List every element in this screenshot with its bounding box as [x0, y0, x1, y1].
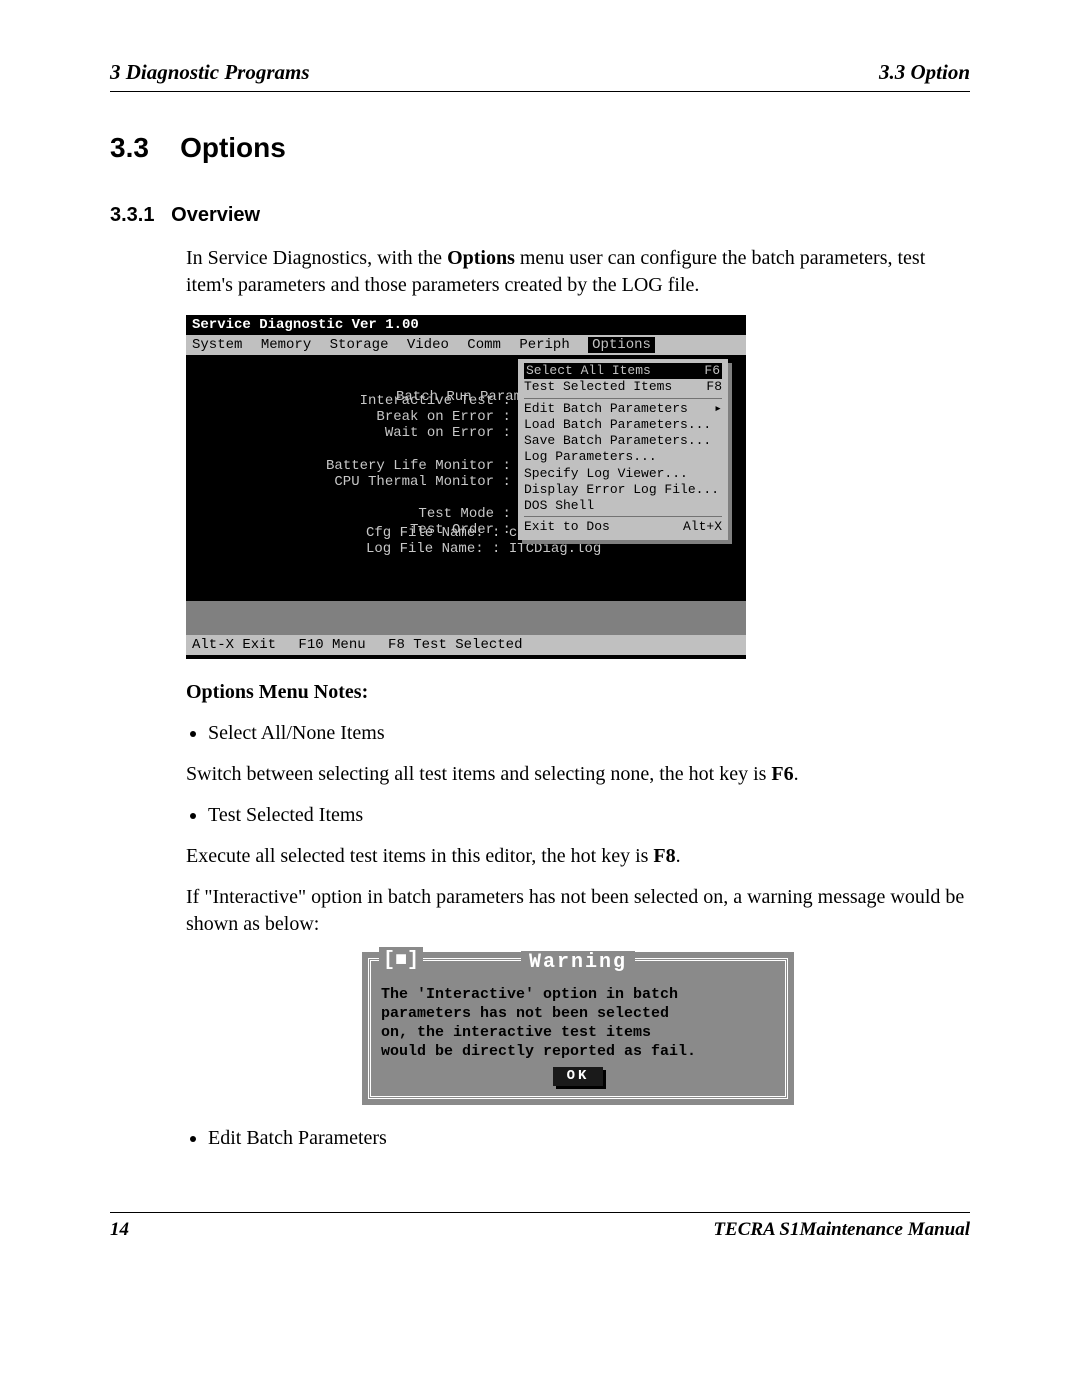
status-exit: Alt-X Exit: [192, 637, 276, 653]
dd-specify-log-viewer[interactable]: Specify Log Viewer...: [524, 466, 722, 482]
log-value: ITCDiag.log: [509, 541, 601, 557]
b2-post: .: [676, 845, 681, 867]
page-header: 3 Diagnostic Programs 3.3 Option: [110, 60, 970, 92]
b2-bold: F8: [653, 845, 675, 867]
b1-bold: F6: [771, 763, 793, 785]
b2-pre: Execute all selected test items in this …: [186, 845, 653, 867]
status-menu: F10 Menu: [298, 637, 365, 653]
param-mode-label: Test Mode: [418, 506, 494, 522]
warning-title: Warning: [521, 951, 635, 974]
dd-test-selected[interactable]: Test Selected Items F8: [524, 379, 722, 395]
notes-heading: Options Menu Notes:: [186, 681, 368, 703]
intro-text-1: In Service Diagnostics, with the: [186, 247, 447, 269]
dd-display-error-log[interactable]: Display Error Log File...: [524, 482, 722, 498]
subsection-heading: 3.3.1 Overview: [110, 204, 970, 227]
cfg-label: Cfg File Name:: [366, 525, 484, 541]
dd-save-batch[interactable]: Save Batch Parameters...: [524, 433, 722, 449]
warning-message: The 'Interactive' option in batch parame…: [381, 986, 775, 1061]
menu-memory[interactable]: Memory: [261, 337, 311, 353]
menu-periph[interactable]: Periph: [519, 337, 569, 353]
dd-select-all-key: F6: [704, 363, 720, 379]
dd-log-params[interactable]: Log Parameters...: [524, 449, 722, 465]
options-dropdown: Select All Items F6 Test Selected Items …: [518, 359, 728, 540]
warning-close-icon[interactable]: [■]: [379, 947, 423, 974]
intro-bold: Options: [447, 247, 515, 269]
dd-edit-batch-label: Edit Batch Parameters: [524, 401, 688, 417]
dd-exit-label: Exit to Dos: [524, 519, 610, 535]
menu-options[interactable]: Options: [588, 337, 655, 353]
dos-filler: [186, 601, 746, 635]
header-left: 3 Diagnostic Programs: [110, 60, 310, 85]
b1-pre: Switch between selecting all test items …: [186, 763, 771, 785]
dos-screenshot: Service Diagnostic Ver 1.00 System Memor…: [186, 315, 746, 659]
section-number: 3.3: [110, 132, 149, 163]
header-right: 3.3 Option: [879, 60, 970, 85]
dos-statusbar: Alt-X Exit F10 Menu F8 Test Selected: [186, 635, 746, 655]
param-battery-label: Battery Life Monitor: [326, 458, 494, 474]
footer-page-number: 14: [110, 1219, 129, 1241]
dd-test-selected-label: Test Selected Items: [524, 379, 672, 395]
dd-select-all[interactable]: Select All Items F6: [524, 363, 722, 379]
dd-test-selected-key: F8: [706, 379, 722, 395]
warning-dialog: [■] Warning The 'Interactive' option in …: [362, 952, 794, 1105]
param-break-label: Break on Error: [376, 409, 494, 425]
param-wait-label: Wait on Error: [385, 425, 494, 441]
dos-titlebar: Service Diagnostic Ver 1.00: [186, 315, 746, 335]
section-title: Options: [180, 132, 286, 163]
bullet2-description: Execute all selected test items in this …: [186, 843, 970, 870]
dos-param-column: Interactive Test : Yes Break on Error : …: [326, 393, 544, 538]
warning-ok-button[interactable]: OK: [553, 1067, 603, 1086]
b1-post: .: [794, 763, 799, 785]
dd-exit-dos[interactable]: Exit to Dos Alt+X: [524, 519, 722, 535]
dd-dos-shell[interactable]: DOS Shell: [524, 498, 722, 514]
subsection-number: 3.3.1: [110, 204, 154, 226]
dd-exit-key: Alt+X: [683, 519, 722, 535]
footer-manual-title: TECRA S1Maintenance Manual: [713, 1219, 970, 1241]
menu-system[interactable]: System: [192, 337, 242, 353]
subsection-title: Overview: [171, 204, 260, 226]
bullet-edit-batch: Edit Batch Parameters: [208, 1125, 970, 1152]
dd-select-all-label: Select All Items: [526, 363, 651, 379]
page-footer: 14 TECRA S1Maintenance Manual: [110, 1212, 970, 1241]
menu-video[interactable]: Video: [407, 337, 449, 353]
section-heading: 3.3 Options: [110, 132, 970, 164]
status-test: F8 Test Selected: [388, 637, 522, 653]
bullet2-extra: If "Interactive" option in batch paramet…: [186, 884, 970, 938]
bullet1-description: Switch between selecting all test items …: [186, 761, 970, 788]
menu-storage[interactable]: Storage: [330, 337, 389, 353]
dos-menubar: System Memory Storage Video Comm Periph …: [186, 335, 746, 355]
param-interactive-label: Interactive Test: [360, 393, 494, 409]
dd-load-batch[interactable]: Load Batch Parameters...: [524, 417, 722, 433]
param-cpu-label: CPU Thermal Monitor: [334, 474, 494, 490]
bullet-select-all: Select All/None Items: [208, 720, 970, 747]
log-label: Log File Name:: [366, 541, 484, 557]
intro-paragraph: In Service Diagnostics, with the Options…: [186, 245, 970, 299]
menu-comm[interactable]: Comm: [467, 337, 501, 353]
submenu-arrow-icon: ▸: [714, 401, 722, 417]
dd-edit-batch[interactable]: Edit Batch Parameters ▸: [524, 401, 722, 417]
bullet-test-selected: Test Selected Items: [208, 802, 970, 829]
